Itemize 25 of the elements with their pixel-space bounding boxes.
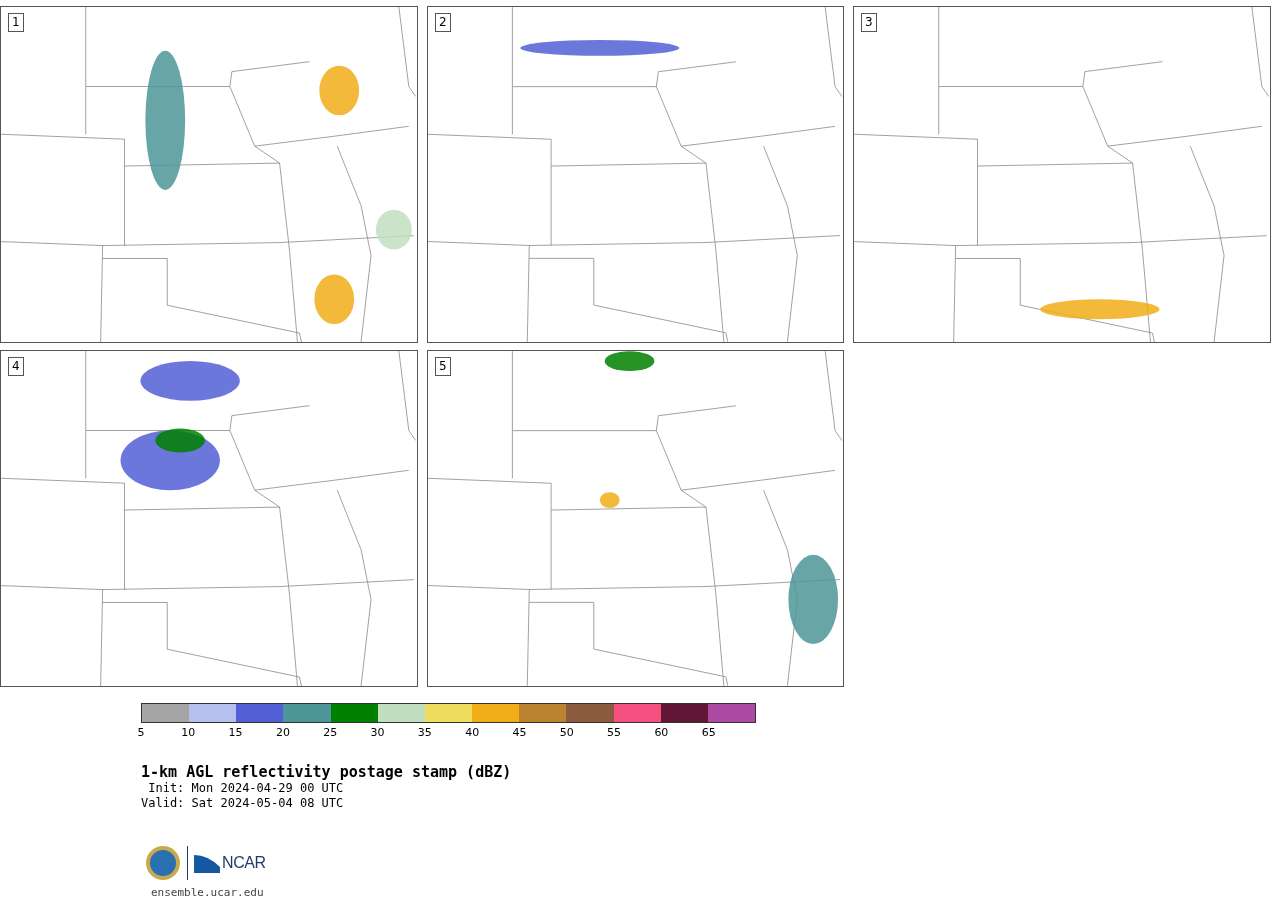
tick-label: 15 [228,726,243,739]
tick-label: 65 [701,726,716,739]
seal-logo-icon [145,845,181,881]
tick-label: 25 [323,726,338,739]
tick-label: 55 [607,726,622,739]
init-time: Init: Mon 2024-04-29 00 UTC [147,781,345,796]
chart-title: 1-km AGL reflectivity postage stamp (dBZ) [141,763,513,781]
tick-label: 45 [512,726,527,739]
arc-logo-icon [194,853,220,873]
tick-label: 35 [417,726,432,739]
tick-label: 30 [370,726,385,739]
tick-label: 40 [465,726,480,739]
logo-text: NCAR [222,853,266,873]
panel-number: 2 [435,13,451,32]
tick-label: 5 [137,726,145,739]
panel-number: 3 [861,13,877,32]
tick-label: 50 [559,726,574,739]
valid-time: Valid: Sat 2024-05-04 08 UTC [141,796,345,811]
tick-label: 10 [181,726,196,739]
panel-number: 5 [435,357,451,376]
panel-number: 4 [8,357,24,376]
panel-number: 1 [8,13,24,32]
tick-label: 60 [654,726,669,739]
tick-label: 20 [275,726,290,739]
website-url: ensemble.ucar.edu [151,885,265,901]
